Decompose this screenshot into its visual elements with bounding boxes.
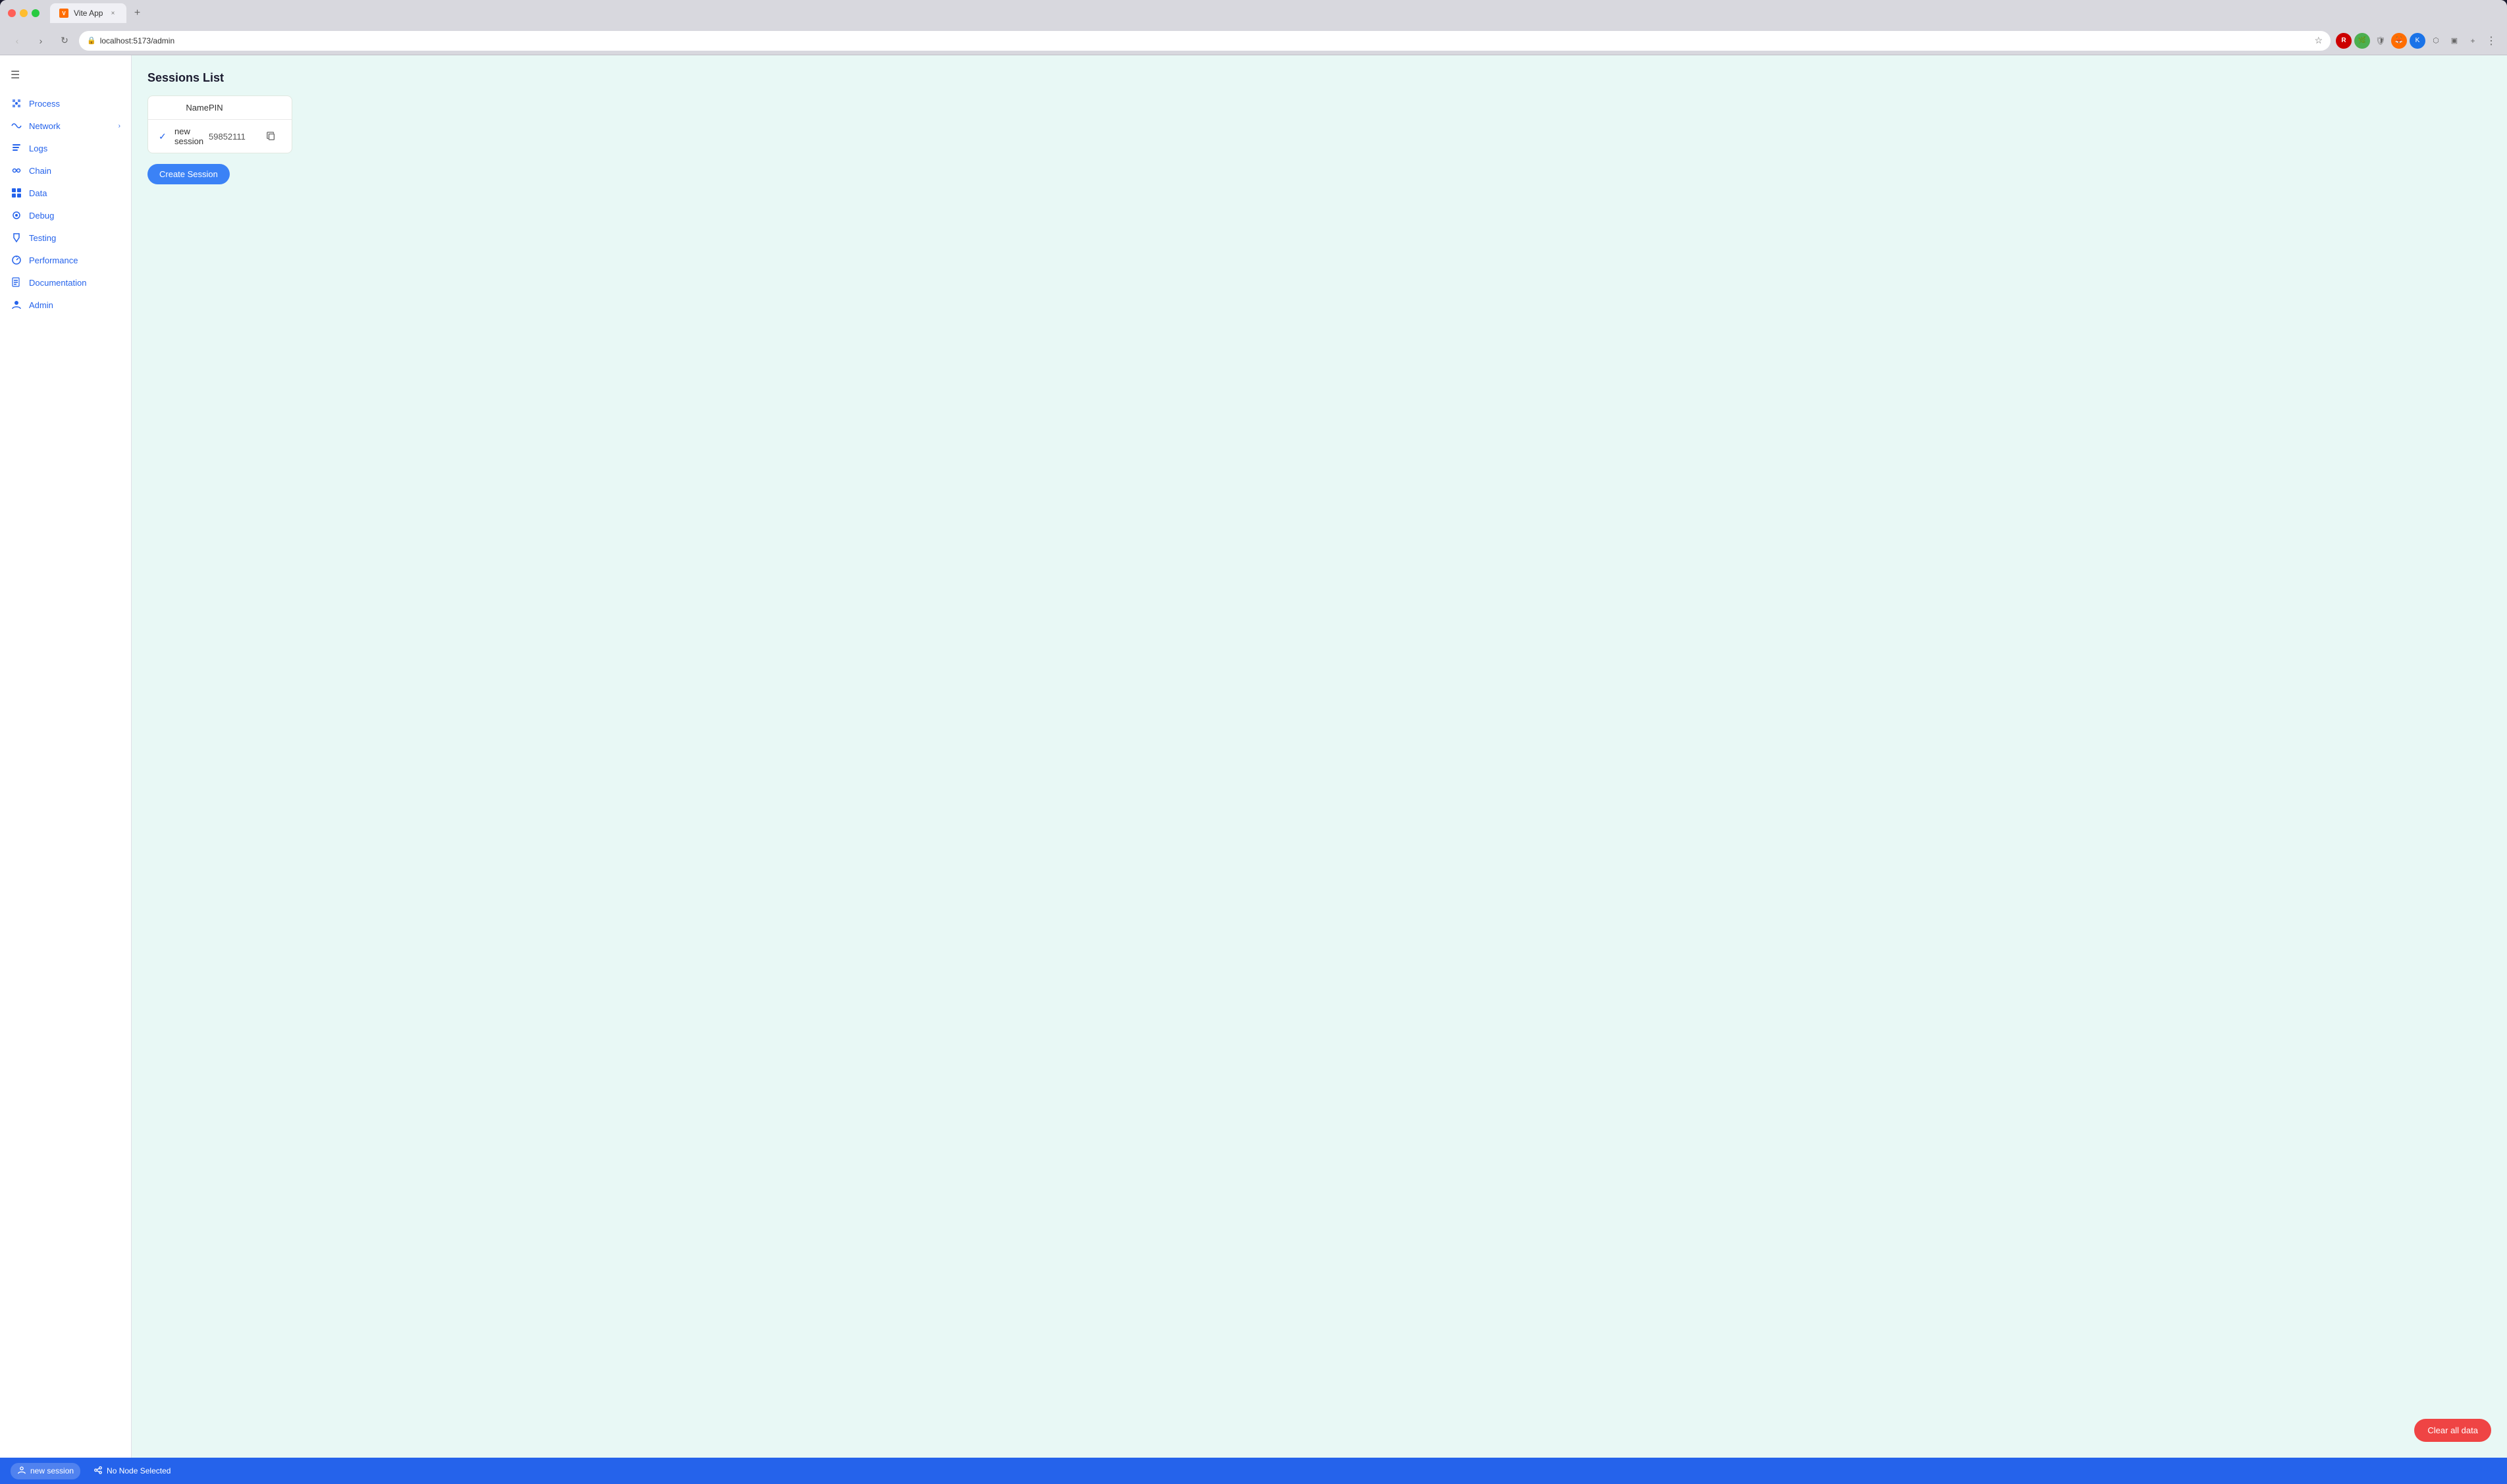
sidebar-label-testing: Testing — [29, 233, 56, 243]
browser-toolbar: ‹ › ↻ 🔒 localhost:5173/admin ☆ R 🌿 🛡 🦊 K… — [0, 26, 2507, 55]
more-menu-button[interactable]: ⋮ — [2483, 33, 2499, 49]
clear-all-data-button[interactable]: Clear all data — [2414, 1419, 2491, 1442]
extension-icon-6[interactable]: ⬡ — [2428, 33, 2444, 49]
browser-titlebar: V Vite App × + — [0, 0, 2507, 26]
sidebar-item-chain[interactable]: Chain — [0, 159, 131, 182]
sidebar-label-performance: Performance — [29, 255, 78, 265]
performance-icon — [11, 254, 22, 266]
testing-icon — [11, 232, 22, 244]
table-row[interactable]: ✓ new session 59852111 — [148, 120, 292, 153]
reload-button[interactable]: ↻ — [55, 32, 74, 50]
table-header: Name PIN — [148, 96, 292, 120]
admin-icon — [11, 299, 22, 311]
data-icon — [11, 187, 22, 199]
status-node-label: No Node Selected — [107, 1466, 171, 1475]
row-session-pin: 59852111 — [209, 132, 261, 142]
extension-icon-2[interactable]: 🌿 — [2354, 33, 2370, 49]
sidebar-toggle[interactable]: ▣ — [2446, 33, 2462, 49]
sidebar-item-process[interactable]: Process — [0, 92, 131, 115]
address-bar[interactable]: 🔒 localhost:5173/admin ☆ — [79, 31, 2331, 51]
extension-icon-5[interactable]: K — [2410, 33, 2425, 49]
sidebar-item-admin[interactable]: Admin — [0, 294, 131, 316]
col-header-pin: PIN — [209, 103, 261, 113]
traffic-lights — [8, 9, 40, 17]
status-bar: new session No Node Selected — [0, 1458, 2507, 1484]
maximize-button[interactable] — [32, 9, 40, 17]
back-button[interactable]: ‹ — [8, 32, 26, 50]
new-tab-button[interactable]: + — [129, 5, 145, 21]
hamburger-menu[interactable]: ☰ — [0, 63, 131, 92]
row-session-name: new session — [174, 126, 209, 146]
session-icon — [17, 1466, 26, 1477]
status-session-label: new session — [30, 1466, 74, 1475]
lock-icon: 🔒 — [87, 36, 96, 45]
create-session-button[interactable]: Create Session — [147, 164, 230, 184]
sidebar-label-logs: Logs — [29, 144, 47, 153]
node-icon — [93, 1466, 103, 1477]
sidebar-item-documentation[interactable]: Documentation — [0, 271, 131, 294]
app-layout: ☰ Process Network › Logs — [0, 55, 2507, 1458]
sessions-list-title: Sessions List — [147, 71, 2491, 85]
copy-pin-button[interactable] — [261, 132, 281, 141]
forward-button[interactable]: › — [32, 32, 50, 50]
sidebar-item-performance[interactable]: Performance — [0, 249, 131, 271]
active-tab[interactable]: V Vite App × — [50, 3, 126, 23]
chain-icon — [11, 165, 22, 176]
sidebar-label-debug: Debug — [29, 211, 54, 221]
sidebar-label-data: Data — [29, 188, 47, 198]
tab-close-button[interactable]: × — [108, 9, 117, 18]
tab-title: Vite App — [74, 9, 103, 18]
sidebar-label-network: Network — [29, 121, 61, 131]
network-icon — [11, 120, 22, 132]
sidebar-label-admin: Admin — [29, 300, 53, 310]
sidebar-item-testing[interactable]: Testing — [0, 226, 131, 249]
add-extension-icon[interactable]: + — [2465, 33, 2481, 49]
status-node: No Node Selected — [93, 1466, 171, 1477]
sidebar-item-network[interactable]: Network › — [0, 115, 131, 137]
main-content: Sessions List Name PIN ✓ new session 598… — [132, 55, 2507, 1458]
network-expand-arrow: › — [119, 122, 120, 130]
sidebar-label-documentation: Documentation — [29, 278, 86, 288]
row-selected-check: ✓ — [159, 131, 169, 142]
col-header-name: Name — [186, 103, 209, 113]
debug-icon — [11, 209, 22, 221]
logs-icon — [11, 142, 22, 154]
process-icon — [11, 97, 22, 109]
sidebar-item-debug[interactable]: Debug — [0, 204, 131, 226]
extension-icon-1[interactable]: R — [2336, 33, 2352, 49]
sessions-table: Name PIN ✓ new session 59852111 — [147, 95, 292, 153]
sidebar-item-logs[interactable]: Logs — [0, 137, 131, 159]
toolbar-icons: R 🌿 🛡 🦊 K ⬡ ▣ + ⋮ — [2336, 33, 2499, 49]
close-button[interactable] — [8, 9, 16, 17]
documentation-icon — [11, 277, 22, 288]
url-text: localhost:5173/admin — [100, 36, 2311, 45]
sidebar-label-chain: Chain — [29, 166, 51, 176]
tab-favicon: V — [59, 9, 68, 18]
minimize-button[interactable] — [20, 9, 28, 17]
star-icon[interactable]: ☆ — [2314, 35, 2323, 46]
tab-bar: V Vite App × + — [50, 3, 2499, 23]
sidebar: ☰ Process Network › Logs — [0, 55, 132, 1458]
sidebar-item-data[interactable]: Data — [0, 182, 131, 204]
extension-icon-4[interactable]: 🦊 — [2391, 33, 2407, 49]
status-session[interactable]: new session — [11, 1463, 80, 1479]
sidebar-label-process: Process — [29, 99, 60, 109]
extension-icon-3[interactable]: 🛡 — [2373, 33, 2388, 49]
